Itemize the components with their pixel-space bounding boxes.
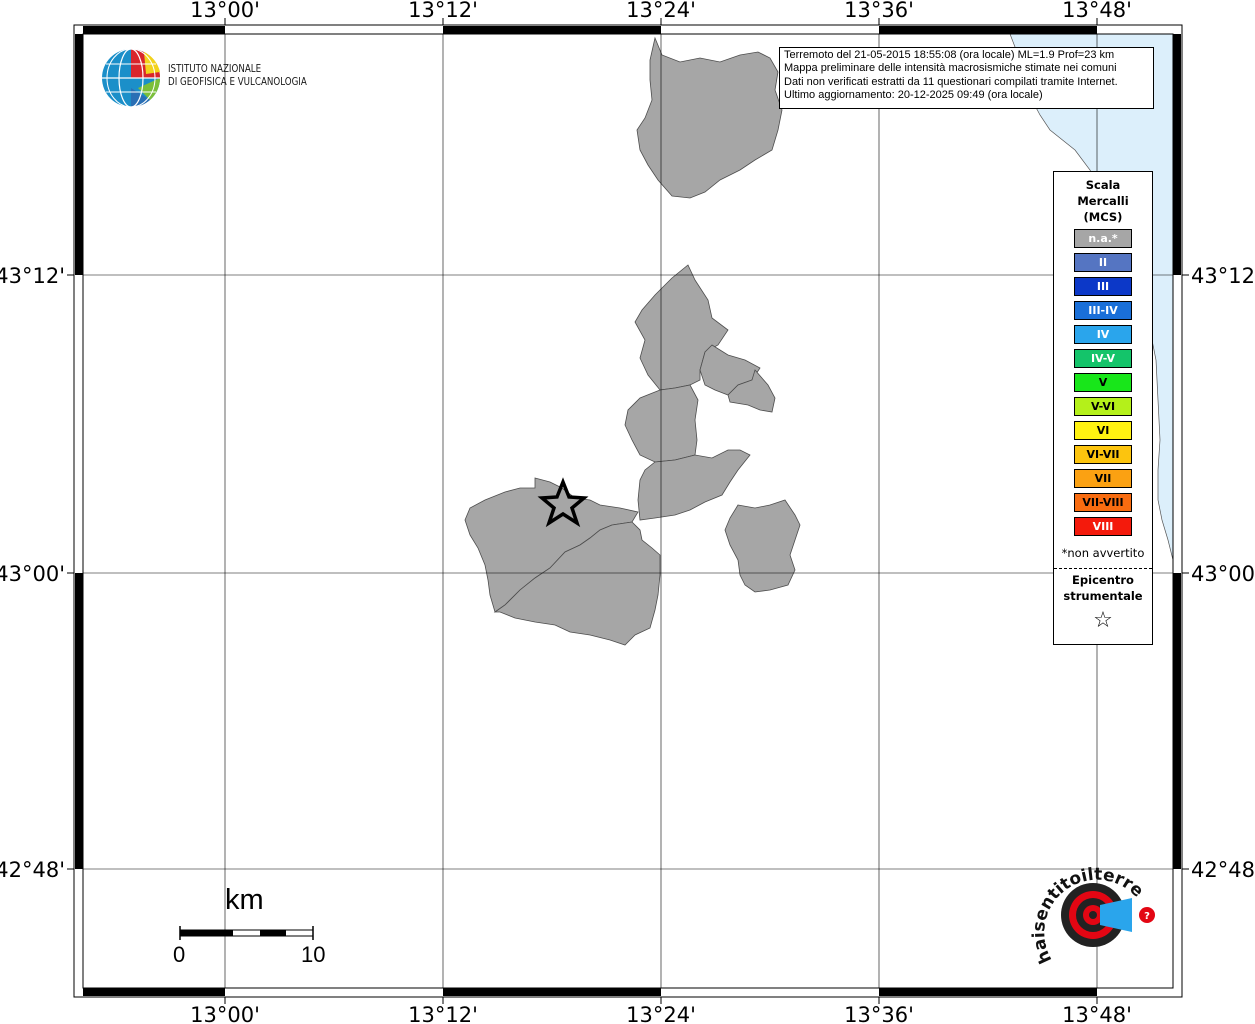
ingv-logo-text: ISTITUTO NAZIONALE DI GEOFISICA E VULCAN… xyxy=(168,63,307,89)
legend-title: Scala Mercalli (MCS) xyxy=(1054,177,1152,225)
legend-divider xyxy=(1054,568,1152,569)
y-tick-label-left: 42°48' xyxy=(0,858,65,882)
x-tick-label-top: 13°48' xyxy=(1062,0,1132,22)
ingv-logo-line1: ISTITUTO NAZIONALE xyxy=(168,63,262,75)
y-tick-label-left: 43°00' xyxy=(0,562,65,586)
x-tick-label-top: 13°36' xyxy=(844,0,914,22)
ingv-globe-icon xyxy=(102,48,161,108)
legend-epicenter-line1: Epicentro xyxy=(1072,573,1134,587)
legend-title-line3: (MCS) xyxy=(1083,210,1123,224)
legend-item: V xyxy=(1074,373,1132,392)
x-tick-label-bottom: 13°36' xyxy=(844,1003,914,1024)
ingv-logo-line2: DI GEOFISICA E VULCANOLOGIA xyxy=(168,76,307,88)
y-tick-label-right: 42°48' xyxy=(1191,858,1255,882)
legend-note: *non avvertito xyxy=(1061,546,1145,560)
y-tick-label-right: 43°12' xyxy=(1191,264,1255,288)
legend-item: II xyxy=(1074,253,1132,272)
legend-item: III xyxy=(1074,277,1132,296)
legend-item: VI xyxy=(1074,421,1132,440)
legend-item: IV xyxy=(1074,325,1132,344)
x-tick-label-bottom: 13°12' xyxy=(408,1003,478,1024)
mcs-legend: Scala Mercalli (MCS) n.a.* II III III-IV IV I… xyxy=(1053,171,1153,645)
x-tick-label-top: 13°24' xyxy=(626,0,696,22)
legend-item: III-IV xyxy=(1074,301,1132,320)
legend-epicenter-line2: strumentale xyxy=(1063,589,1143,603)
svg-text:?: ? xyxy=(1144,911,1150,922)
x-tick-label-bottom: 13°00' xyxy=(190,1003,260,1024)
legend-star-icon: ☆ xyxy=(1093,608,1113,633)
scale-bar-max: 10 xyxy=(301,942,326,967)
legend-title-line1: Scala xyxy=(1085,178,1121,192)
earthquake-info-box: Terremoto del 21-05-2015 18:55:08 (ora l… xyxy=(779,47,1154,109)
legend-item: IV-V xyxy=(1074,349,1132,368)
legend-title-line2: Mercalli xyxy=(1077,194,1129,208)
scale-bar-min: 0 xyxy=(173,942,186,967)
legend-item: VII-VIII xyxy=(1074,493,1132,512)
x-tick-label-top: 13°00' xyxy=(190,0,260,22)
info-line-3: Dati non verificati estratti da 11 quest… xyxy=(784,75,1118,88)
legend-epicenter-label: Epicentro strumentale xyxy=(1054,572,1152,604)
legend-item: VI-VII xyxy=(1074,445,1132,464)
legend-item: VIII xyxy=(1074,517,1132,536)
legend-item: n.a.* xyxy=(1074,229,1132,248)
info-line-4: Ultimo aggiornamento: 20-12-2025 09:49 (… xyxy=(784,89,1043,102)
y-tick-label-left: 43°12' xyxy=(0,264,65,288)
legend-item: VII xyxy=(1074,469,1132,488)
y-tick-label-right: 43°00' xyxy=(1191,562,1255,586)
x-tick-label-bottom: 13°48' xyxy=(1062,1003,1132,1024)
info-line-1: Terremoto del 21-05-2015 18:55:08 (ora l… xyxy=(784,49,1115,61)
info-line-2: Mappa preliminare delle intensità macros… xyxy=(784,62,1117,75)
scale-bar-unit: km xyxy=(225,884,264,916)
legend-item: V-VI xyxy=(1074,397,1132,416)
x-tick-label-bottom: 13°24' xyxy=(626,1003,696,1024)
x-tick-label-top: 13°12' xyxy=(408,0,478,22)
